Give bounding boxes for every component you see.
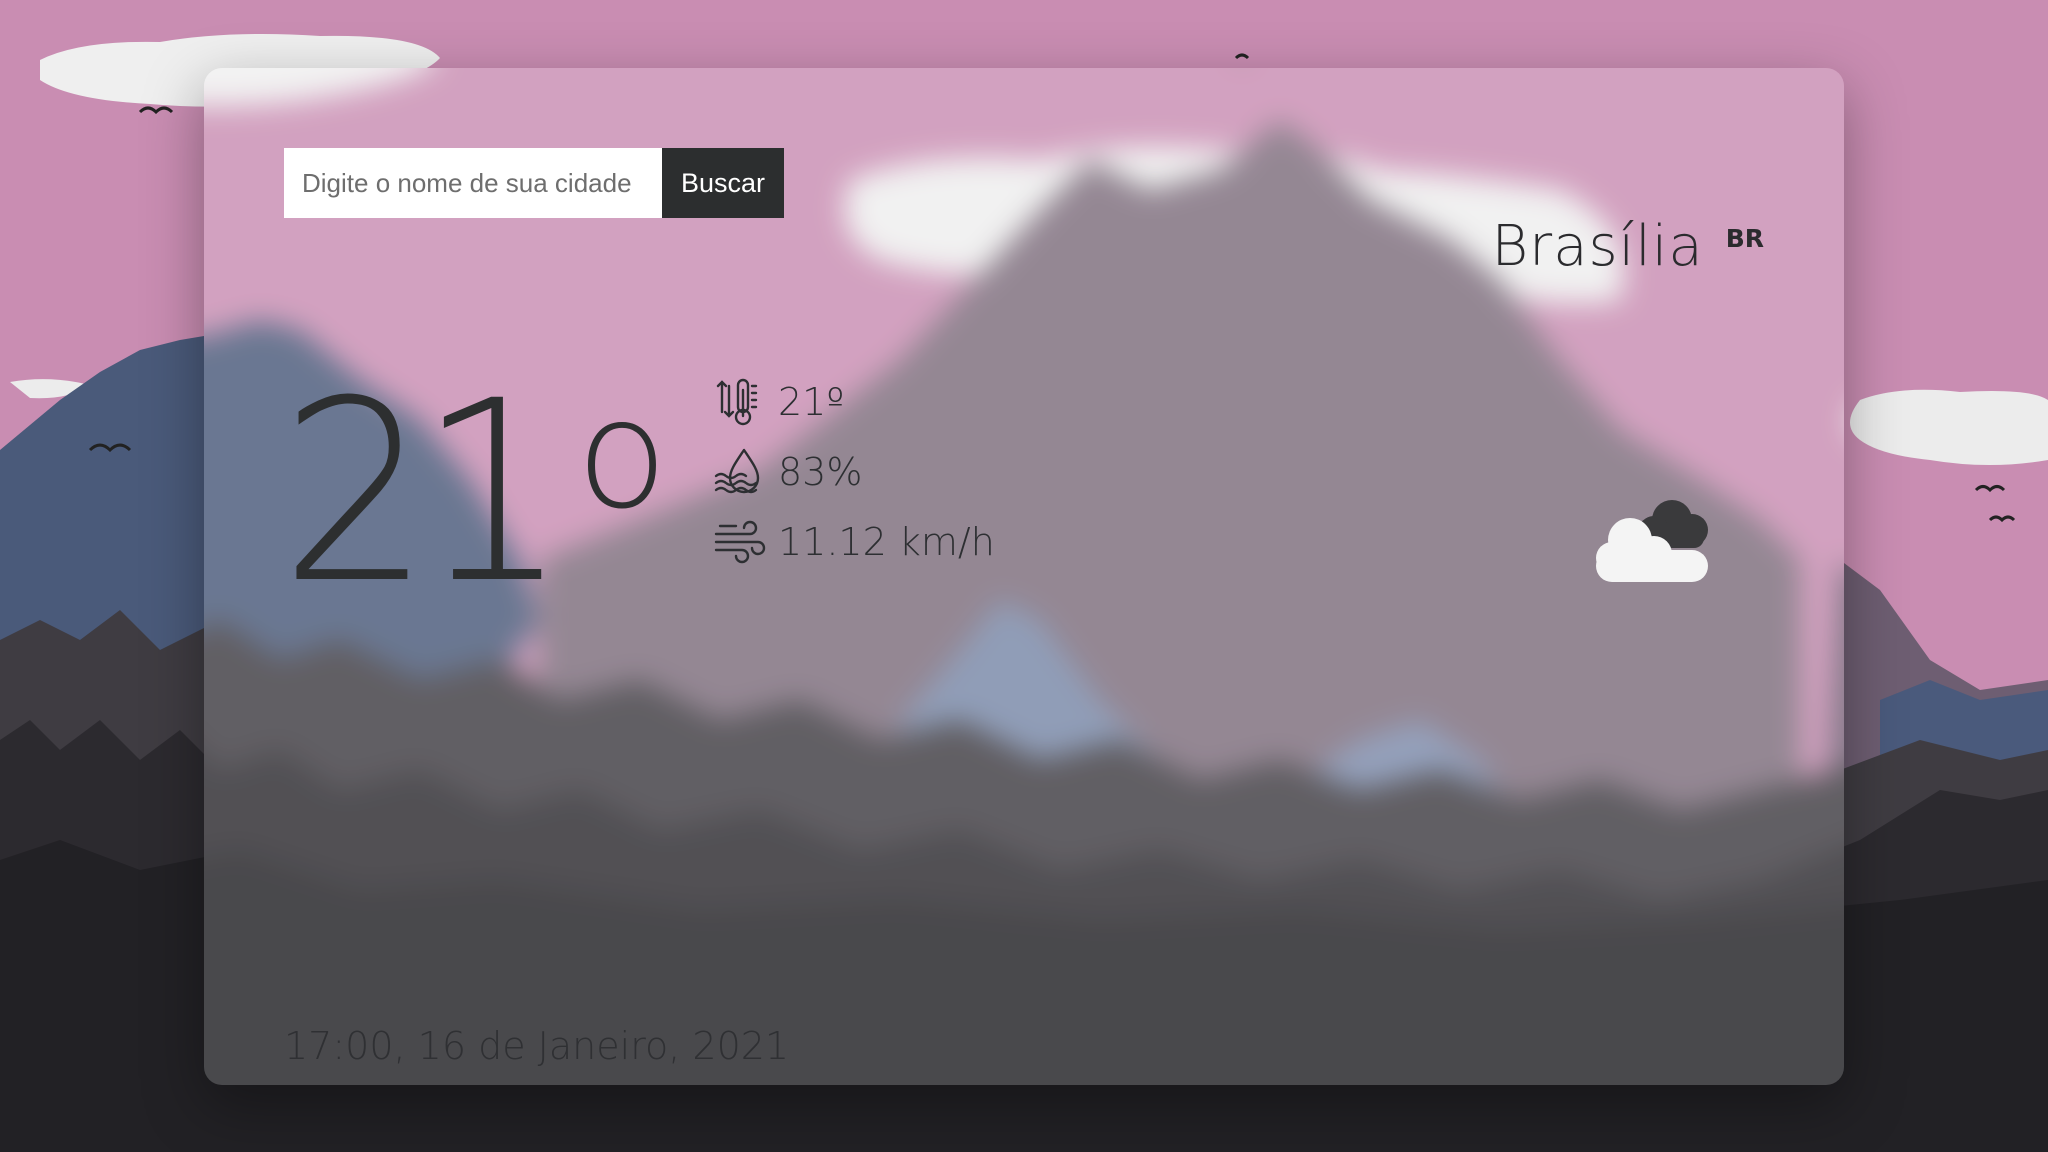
humidity-value: 83% xyxy=(778,450,863,494)
temperature-value: 21 xyxy=(280,347,569,638)
search-button[interactable]: Buscar xyxy=(662,148,784,218)
location: Brasília BR xyxy=(1492,214,1765,279)
humidity-row: 83% xyxy=(714,446,862,498)
search-form: Buscar xyxy=(284,148,784,218)
temperature-degree-symbol: o xyxy=(576,368,668,542)
wind-icon xyxy=(714,520,766,564)
datetime: 17:00, 16 de Janeiro, 2021 xyxy=(284,1024,790,1068)
feels-like-value: 21º xyxy=(778,380,845,424)
humidity-drop-icon xyxy=(714,448,760,494)
feels-like-row: 21º xyxy=(714,376,844,428)
card-content: Buscar Brasília BR 21 o 21º xyxy=(204,68,1844,1085)
country-code: BR xyxy=(1725,224,1764,253)
search-input[interactable] xyxy=(284,148,662,218)
wind-row: 11.12 km/h xyxy=(714,516,995,568)
current-temperature: 21 o xyxy=(280,368,668,618)
weather-card: Buscar Brasília BR 21 o 21º xyxy=(204,68,1844,1085)
city-name: Brasília xyxy=(1491,214,1704,279)
wind-value: 11.12 km/h xyxy=(778,520,995,564)
cloud-icon xyxy=(1596,500,1708,582)
thermometer-icon xyxy=(716,378,758,426)
